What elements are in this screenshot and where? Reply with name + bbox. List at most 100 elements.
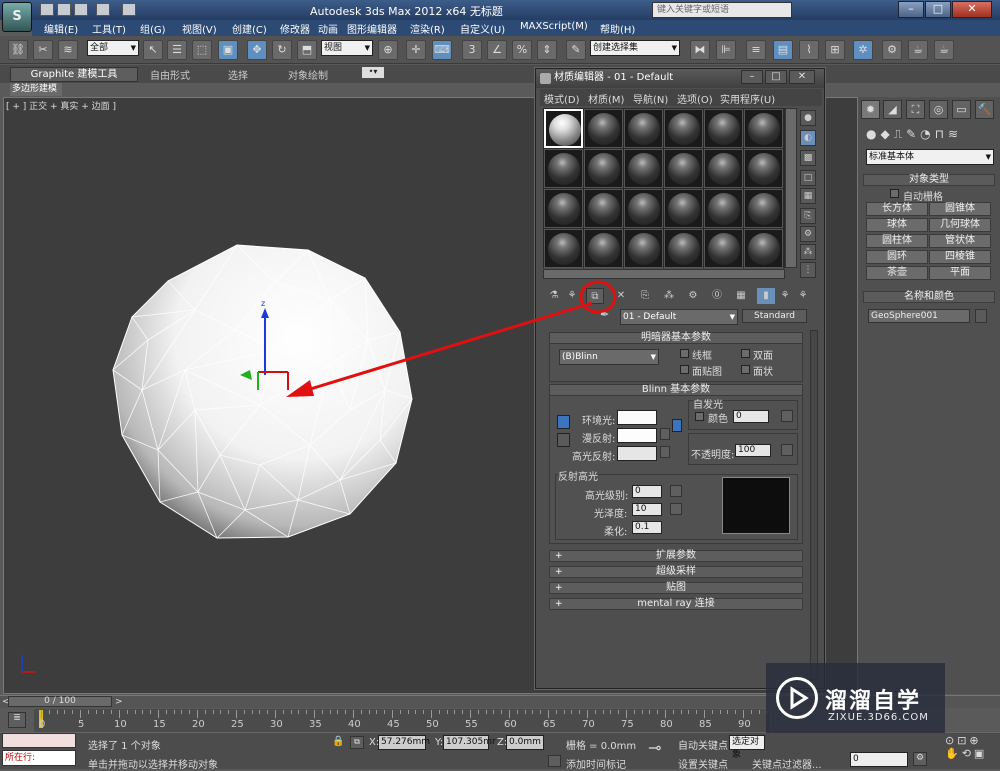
put-to-library-icon[interactable]: ⚙ bbox=[684, 288, 702, 304]
create-tab-icon[interactable]: ✹ bbox=[861, 100, 880, 119]
utilities-tab-icon[interactable]: 🔨 bbox=[975, 100, 994, 119]
time-slider[interactable]: 0 / 100 bbox=[8, 696, 112, 707]
mat-menu-navigation[interactable]: 导航(N) bbox=[633, 91, 668, 106]
diffuse-map-button[interactable] bbox=[660, 428, 670, 440]
sample-slot[interactable] bbox=[664, 229, 703, 268]
sample-slot[interactable] bbox=[544, 189, 583, 228]
menu-customize[interactable]: 自定义(U) bbox=[460, 21, 505, 36]
curve-editor-icon[interactable]: ⌇ bbox=[799, 40, 819, 60]
z-coord-field[interactable]: 0.0mm bbox=[506, 735, 544, 750]
sample-slot[interactable] bbox=[744, 229, 783, 268]
autogrid-checkbox[interactable] bbox=[890, 189, 899, 198]
material-map-navigator-icon[interactable]: ⋮ bbox=[800, 262, 816, 278]
glossiness-spinner[interactable]: 10 bbox=[632, 503, 662, 516]
category-dropdown[interactable]: 标准基本体 bbox=[866, 149, 994, 165]
material-editor-icon[interactable]: ✲ bbox=[853, 40, 873, 60]
sphere-button[interactable]: 球体 bbox=[866, 218, 928, 232]
sample-slot[interactable] bbox=[744, 149, 783, 188]
make-preview-icon[interactable]: ⎘ bbox=[800, 208, 816, 224]
specular-map-button[interactable] bbox=[660, 446, 670, 458]
spinner-snap-icon[interactable]: ⇕ bbox=[537, 40, 557, 60]
sample-slot[interactable] bbox=[624, 229, 663, 268]
hierarchy-tab-icon[interactable]: ⛶ bbox=[906, 100, 925, 119]
material-name-field[interactable]: 01 - Default bbox=[620, 309, 738, 325]
sample-slot[interactable] bbox=[624, 109, 663, 148]
display-tab-icon[interactable]: ▭ bbox=[952, 100, 971, 119]
undo-icon[interactable] bbox=[96, 3, 110, 16]
select-move-icon[interactable]: ✥ bbox=[247, 40, 267, 60]
tab-freeform[interactable]: 自由形式 bbox=[150, 67, 190, 82]
mat-menu-utilities[interactable]: 实用程序(U) bbox=[720, 91, 775, 106]
menu-group[interactable]: 组(G) bbox=[140, 21, 166, 36]
sample-slot[interactable] bbox=[704, 149, 743, 188]
current-frame-field[interactable]: 0 bbox=[850, 752, 908, 767]
mat-close-button[interactable]: ✕ bbox=[789, 70, 815, 84]
save-file-icon[interactable] bbox=[74, 3, 88, 16]
sample-slot[interactable] bbox=[664, 109, 703, 148]
plane-button[interactable]: 平面 bbox=[929, 266, 991, 280]
close-button[interactable]: ✕ bbox=[952, 1, 992, 18]
show-map-in-viewport-icon[interactable]: ▦ bbox=[732, 288, 750, 304]
material-editor-scrollbar[interactable] bbox=[810, 330, 818, 680]
percent-snap-icon[interactable]: % bbox=[512, 40, 532, 60]
torus-button[interactable]: 圆环 bbox=[866, 250, 928, 264]
lock-ambient-diffuse-button[interactable] bbox=[557, 415, 570, 429]
mat-minimize-button[interactable]: – bbox=[741, 70, 763, 84]
named-selection-dropdown[interactable]: 创建选择集 bbox=[590, 40, 680, 56]
set-key-icon[interactable]: ⊸ bbox=[648, 738, 661, 757]
create-subcategory-icons[interactable]: ●◆⎍✎◔⊓≋ bbox=[866, 127, 996, 143]
menu-help[interactable]: 帮助(H) bbox=[600, 21, 635, 36]
new-file-icon[interactable] bbox=[40, 3, 54, 16]
backlight-icon[interactable]: ◐ bbox=[800, 130, 816, 146]
render-setup-icon[interactable]: ⚙ bbox=[882, 40, 902, 60]
make-unique-icon[interactable]: ⁂ bbox=[660, 288, 678, 304]
schematic-view-icon[interactable]: ⊞ bbox=[825, 40, 845, 60]
select-object-icon[interactable]: ↖ bbox=[143, 40, 163, 60]
ambient-color-swatch[interactable] bbox=[617, 410, 657, 425]
maximize-button[interactable]: □ bbox=[925, 1, 951, 18]
app-menu-button[interactable]: S bbox=[2, 2, 32, 32]
sample-slot[interactable] bbox=[584, 149, 623, 188]
material-type-button[interactable]: Standard bbox=[742, 309, 807, 323]
soften-spinner[interactable]: 0.1 bbox=[632, 521, 662, 534]
box-button[interactable]: 长方体 bbox=[866, 202, 928, 216]
go-forward-sibling-icon[interactable]: ⚘ bbox=[794, 288, 812, 304]
menu-tools[interactable]: 工具(T) bbox=[92, 21, 126, 36]
mental-ray-rollout[interactable]: mental ray 连接 bbox=[549, 598, 803, 610]
mat-menu-mode[interactable]: 模式(D) bbox=[544, 91, 580, 106]
sample-slot[interactable] bbox=[664, 189, 703, 228]
sample-slot[interactable] bbox=[704, 229, 743, 268]
slot-scrollbar-horizontal[interactable] bbox=[543, 269, 785, 279]
sample-slot[interactable] bbox=[744, 189, 783, 228]
pyramid-button[interactable]: 四棱锥 bbox=[929, 250, 991, 264]
sample-slot[interactable] bbox=[544, 149, 583, 188]
select-rotate-icon[interactable]: ↻ bbox=[272, 40, 292, 60]
snaps-toggle-icon[interactable]: 3 bbox=[462, 40, 482, 60]
show-end-result-icon[interactable]: ▮ bbox=[757, 288, 775, 304]
keyboard-shortcut-icon[interactable]: ⌨ bbox=[432, 40, 452, 60]
object-type-rollout[interactable]: 对象类型 bbox=[863, 174, 995, 186]
uv-tiling-icon[interactable]: □ bbox=[800, 170, 816, 186]
sample-slot[interactable] bbox=[544, 109, 583, 148]
object-name-field[interactable]: GeoSphere001 bbox=[868, 309, 970, 323]
tab-graphite-modeling[interactable]: Graphite 建模工具 bbox=[10, 67, 138, 82]
extended-params-rollout[interactable]: 扩展参数 bbox=[549, 550, 803, 562]
auto-key-button[interactable]: 自动关键点 bbox=[678, 737, 728, 752]
make-copy-icon[interactable]: ⎘ bbox=[636, 288, 654, 304]
modify-tab-icon[interactable]: ◢ bbox=[883, 100, 902, 119]
teapot-button[interactable]: 茶壶 bbox=[866, 266, 928, 280]
face-map-checkbox[interactable] bbox=[680, 365, 689, 374]
sample-slot[interactable] bbox=[664, 149, 703, 188]
menu-maxscript[interactable]: MAXScript(M) bbox=[520, 21, 588, 32]
viewport-label[interactable]: [ + ] 正交 + 真实 + 边面 ] bbox=[6, 99, 116, 112]
mirror-icon[interactable]: ⧓ bbox=[690, 40, 710, 60]
open-file-icon[interactable] bbox=[57, 3, 71, 16]
menu-modifiers[interactable]: 修改器 bbox=[280, 21, 310, 36]
ribbon-options-icon[interactable]: •▾ bbox=[362, 67, 384, 78]
select-manipulate-icon[interactable]: ✛ bbox=[406, 40, 426, 60]
pivot-center-icon[interactable]: ⊕ bbox=[378, 40, 398, 60]
unlink-icon[interactable]: ✂ bbox=[33, 40, 53, 60]
x-coord-field[interactable]: 57.276mm bbox=[378, 735, 430, 750]
options-icon[interactable]: ⚙ bbox=[800, 226, 816, 242]
key-mode-dropdown[interactable]: 选定对象 bbox=[729, 735, 765, 760]
